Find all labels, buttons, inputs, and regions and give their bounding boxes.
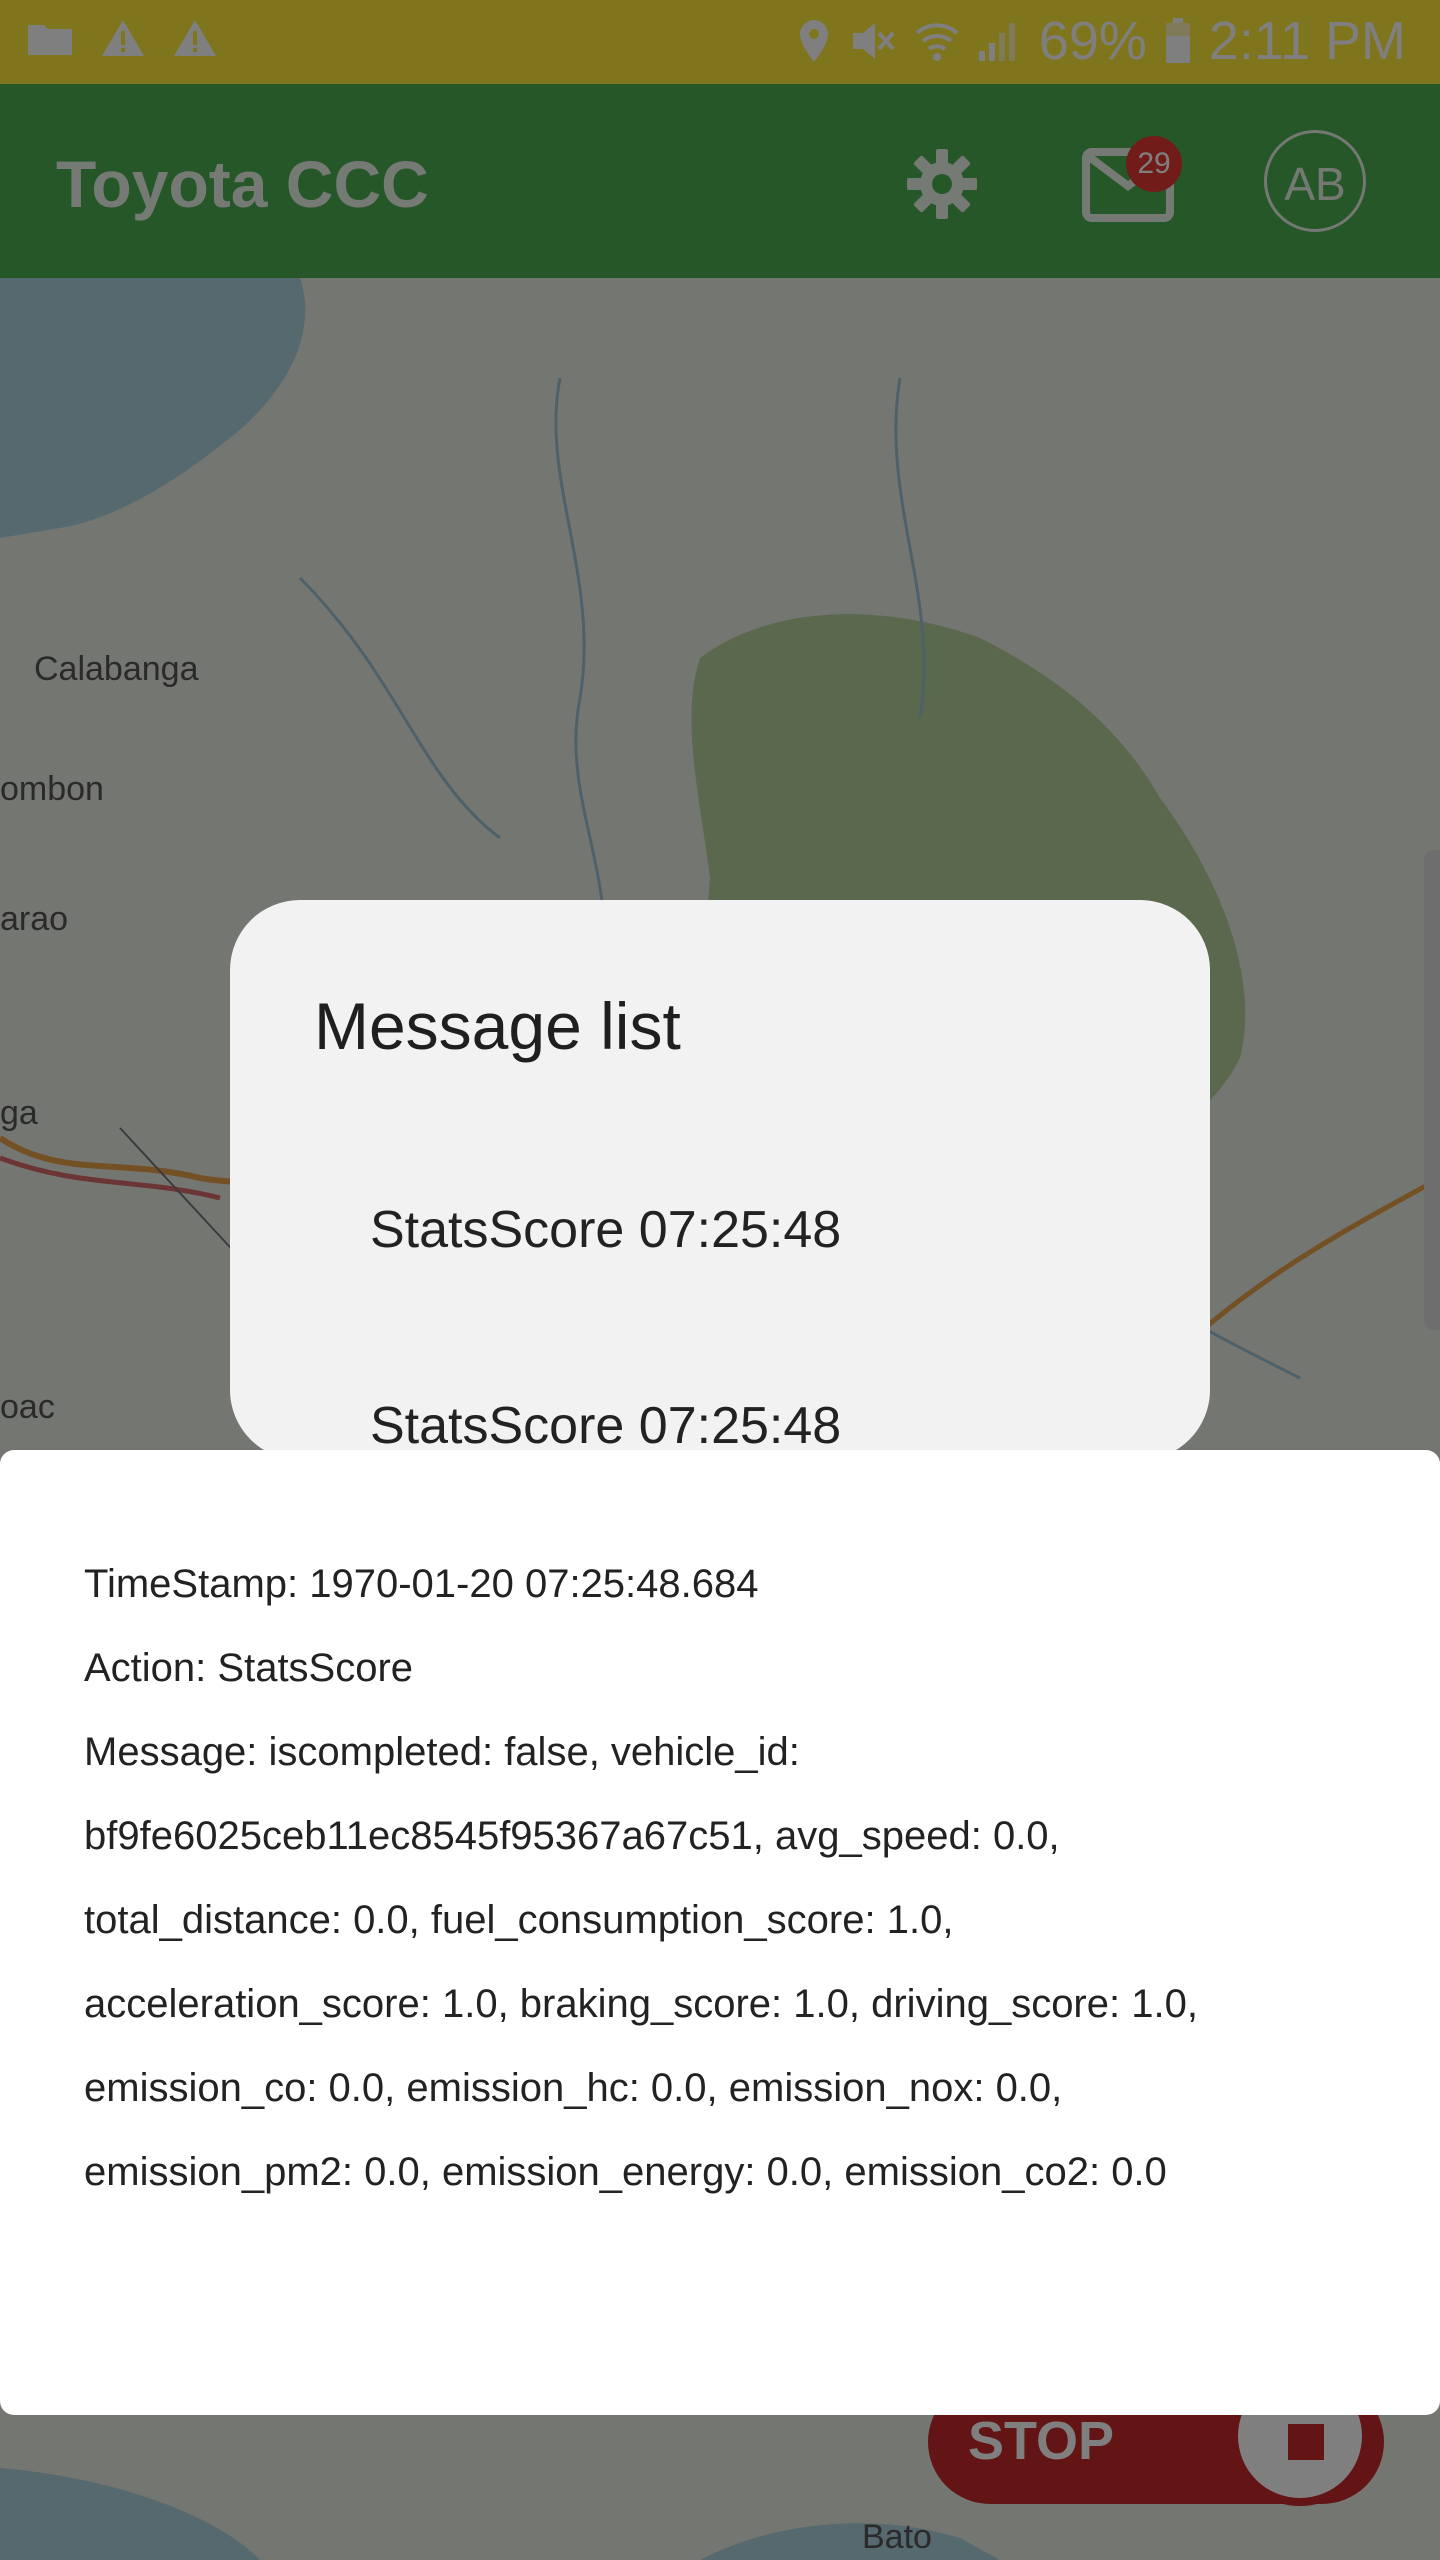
timestamp-text: TimeStamp: 1970-01-20 07:25:48.684	[84, 1562, 759, 1606]
message-list-dialog: Message list StatsScore 07:25:48 StatsSc…	[230, 900, 1210, 1460]
action-text: Action: StatsScore	[84, 1646, 414, 1690]
message-text: acceleration_score: 1.0, braking_score: …	[84, 1982, 1198, 2026]
message-text: Message: iscompleted: false, vehicle_id:	[84, 1730, 800, 1774]
list-item[interactable]: StatsScore 07:25:48	[370, 1396, 841, 1456]
message-text: emission_co: 0.0, emission_hc: 0.0, emis…	[84, 2066, 1063, 2110]
list-item[interactable]: StatsScore 07:25:48	[370, 1200, 841, 1260]
dialog-title: Message list	[314, 989, 681, 1063]
message-text: total_distance: 0.0, fuel_consumption_sc…	[84, 1898, 954, 1942]
message-text: emission_pm2: 0.0, emission_energy: 0.0,…	[84, 2150, 1167, 2194]
message-detail-sheet: TimeStamp: 1970-01-20 07:25:48.684 Actio…	[0, 1450, 1440, 2415]
message-text: bf9fe6025ceb11ec8545f95367a67c51, avg_sp…	[84, 1814, 1060, 1858]
